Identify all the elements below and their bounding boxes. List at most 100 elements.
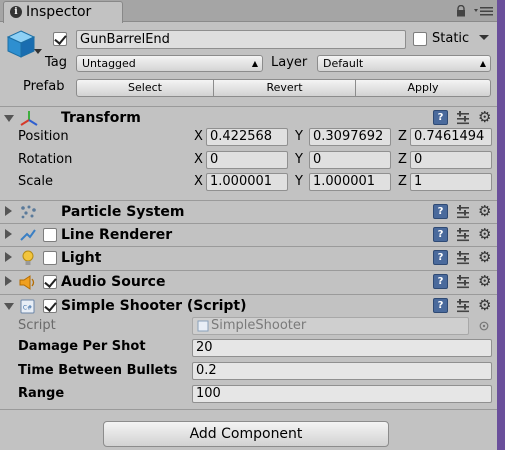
- component-enabled-checkbox[interactable]: [43, 299, 57, 313]
- prefab-apply-button[interactable]: Apply: [355, 79, 491, 97]
- layer-value: Default: [323, 57, 364, 70]
- add-component-button[interactable]: Add Component: [103, 421, 389, 447]
- icon-dropdown-arrow-icon[interactable]: [34, 49, 42, 55]
- component-enabled-checkbox[interactable]: [43, 251, 57, 265]
- axis-z-label: Z: [398, 174, 407, 189]
- lock-icon[interactable]: [456, 5, 466, 17]
- simple-shooter-header[interactable]: C# Simple Shooter (Script) ? ⚙: [0, 294, 497, 317]
- info-icon: i: [10, 6, 22, 18]
- preset-sliders-icon[interactable]: [456, 205, 470, 219]
- foldout-arrow-icon[interactable]: [5, 229, 12, 239]
- particle-system-header[interactable]: Particle System ? ⚙: [0, 200, 497, 223]
- preset-sliders-icon[interactable]: [456, 299, 470, 313]
- static-dropdown-icon[interactable]: [479, 35, 489, 41]
- scale-x-field[interactable]: 1.000001: [206, 173, 288, 191]
- window-edge-bar: [497, 0, 505, 450]
- field-label: Time Between Bullets: [18, 363, 178, 378]
- line-renderer-header[interactable]: Line Renderer ? ⚙: [0, 223, 497, 246]
- help-book-icon[interactable]: ?: [433, 110, 448, 125]
- rotation-label: Rotation: [18, 152, 73, 167]
- axis-z-label: Z: [398, 129, 407, 144]
- help-book-icon[interactable]: ?: [433, 274, 448, 289]
- object-name-input[interactable]: GunBarrelEnd: [76, 30, 406, 49]
- position-label: Position: [18, 129, 69, 144]
- help-book-icon[interactable]: ?: [433, 298, 448, 313]
- help-book-icon[interactable]: ?: [433, 250, 448, 265]
- axis-x-label: X: [194, 129, 203, 144]
- gear-icon[interactable]: ⚙: [478, 109, 491, 125]
- active-checkbox[interactable]: [53, 32, 67, 46]
- transform-title: Transform: [61, 110, 141, 126]
- foldout-arrow-icon[interactable]: [4, 303, 14, 310]
- scale-y-field[interactable]: 1.000001: [309, 173, 391, 191]
- light-header[interactable]: Light ? ⚙: [0, 246, 497, 269]
- preset-sliders-icon[interactable]: [456, 275, 470, 289]
- prefab-revert-button[interactable]: Revert: [213, 79, 356, 97]
- help-book-icon[interactable]: ?: [433, 227, 448, 242]
- rotation-z-field[interactable]: 0: [410, 151, 492, 169]
- tab-inspector[interactable]: i Inspector: [3, 1, 123, 23]
- range-field[interactable]: 100: [192, 385, 492, 403]
- preset-sliders-icon[interactable]: [456, 111, 470, 125]
- gear-icon[interactable]: ⚙: [478, 297, 491, 313]
- time-between-bullets-field[interactable]: 0.2: [192, 362, 492, 380]
- preset-sliders-icon[interactable]: [456, 228, 470, 242]
- axis-z-label: Z: [398, 152, 407, 167]
- axis-x-label: X: [194, 152, 203, 167]
- object-picker-icon[interactable]: [479, 321, 489, 331]
- help-book-icon[interactable]: ?: [433, 204, 448, 219]
- script-value: SimpleShooter: [211, 318, 307, 333]
- svg-text:C#: C#: [23, 305, 32, 312]
- chevron-updown-icon: ▲: [479, 59, 486, 68]
- audio-source-header[interactable]: Audio Source ? ⚙: [0, 270, 497, 293]
- static-checkbox[interactable]: [413, 32, 427, 46]
- field-label: Damage Per Shot: [18, 339, 146, 354]
- position-y-field[interactable]: 0.3097692: [309, 128, 391, 146]
- axis-x-label: X: [194, 174, 203, 189]
- transform-axes-icon: [20, 111, 38, 126]
- axis-y-label: Y: [295, 174, 303, 189]
- transform-header[interactable]: Transform ? ⚙: [0, 106, 497, 129]
- lightbulb-icon: [22, 250, 34, 265]
- component-title: Audio Source: [61, 274, 166, 290]
- script-label: Script: [18, 318, 56, 333]
- scale-label: Scale: [18, 174, 53, 189]
- static-label: Static: [432, 31, 470, 46]
- damage-per-shot-field[interactable]: 20: [192, 339, 492, 357]
- rotation-y-field[interactable]: 0: [309, 151, 391, 169]
- scale-z-field[interactable]: 1: [410, 173, 492, 191]
- tab-label: Inspector: [26, 4, 92, 20]
- prefab-label: Prefab: [23, 79, 65, 94]
- component-title: Light: [61, 250, 102, 266]
- preset-sliders-icon[interactable]: [456, 251, 470, 265]
- component-enabled-checkbox[interactable]: [43, 275, 57, 289]
- component-enabled-checkbox[interactable]: [43, 228, 57, 242]
- foldout-arrow-icon[interactable]: [4, 115, 14, 122]
- gear-icon[interactable]: ⚙: [478, 249, 491, 265]
- field-label: Range: [18, 386, 65, 401]
- menu-icon[interactable]: [474, 6, 494, 16]
- chevron-updown-icon: ▲: [251, 59, 258, 68]
- speaker-icon: [19, 275, 35, 290]
- foldout-arrow-icon[interactable]: [5, 206, 12, 216]
- foldout-arrow-icon[interactable]: [5, 252, 12, 262]
- component-title: Simple Shooter (Script): [61, 298, 247, 314]
- foldout-arrow-icon[interactable]: [5, 276, 12, 286]
- axis-y-label: Y: [295, 129, 303, 144]
- position-x-field[interactable]: 0.422568: [206, 128, 288, 146]
- axis-y-label: Y: [295, 152, 303, 167]
- line-renderer-icon: [20, 229, 36, 241]
- script-file-icon: [197, 320, 209, 332]
- tag-value: Untagged: [82, 57, 136, 70]
- gear-icon[interactable]: ⚙: [478, 226, 491, 242]
- gear-icon[interactable]: ⚙: [478, 273, 491, 289]
- gear-icon[interactable]: ⚙: [478, 203, 491, 219]
- prefab-select-button[interactable]: Select: [76, 79, 214, 97]
- component-title: Particle System: [61, 204, 185, 220]
- layer-dropdown[interactable]: Default ▲: [317, 55, 491, 72]
- tag-dropdown[interactable]: Untagged ▲: [76, 55, 263, 72]
- rotation-x-field[interactable]: 0: [206, 151, 288, 169]
- divider: [0, 409, 497, 410]
- position-z-field[interactable]: 0.7461494: [410, 128, 492, 146]
- script-file-icon: C#: [20, 299, 35, 314]
